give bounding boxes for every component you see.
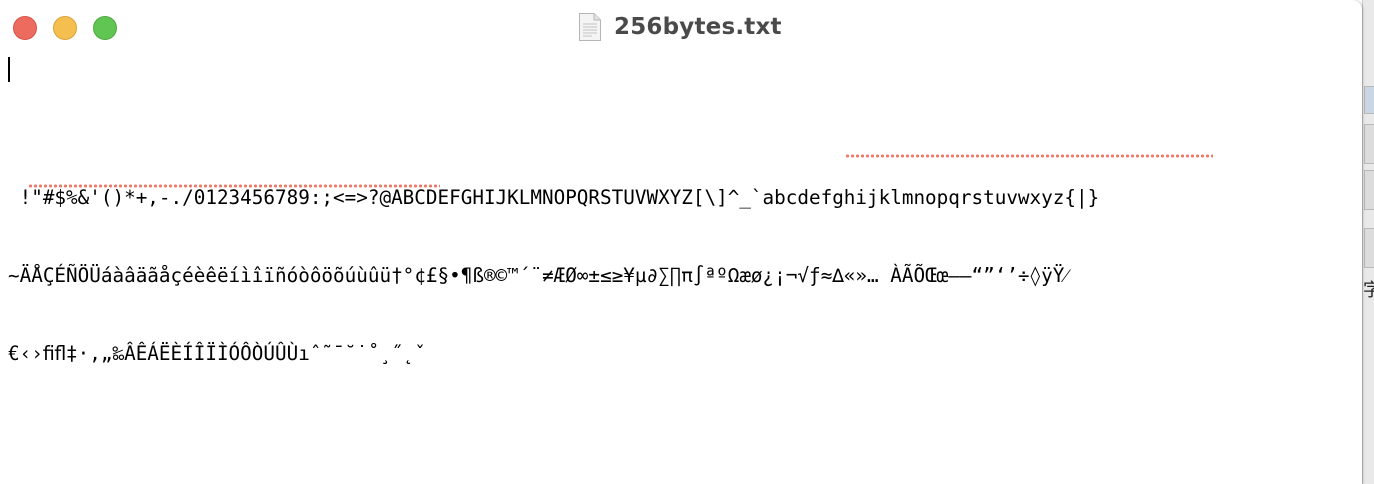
document-text[interactable]: !"#$%&'()*+,-./0123456789:;<=>?@ABCDEFGH… [8, 133, 1099, 419]
background-window-tab[interactable] [1364, 124, 1374, 164]
text-caret [8, 57, 10, 82]
background-window-glyph: 字 [1363, 280, 1374, 301]
textedit-window: 256bytes.txt !"#$%&'()*+,-./0123456789:;… [0, 0, 1362, 484]
window-title: 256bytes.txt [614, 14, 782, 40]
text-line[interactable]: €‹›ﬁﬂ‡·‚„‰ÂÊÁËÈÍÎÏÌÓÔÒÚÛÙıˆ˜¯˘˙˚¸˝˛ˇ [8, 341, 1099, 367]
close-button[interactable] [13, 16, 37, 40]
window-title-area[interactable]: 256bytes.txt [578, 10, 782, 44]
spellcheck-underline [28, 184, 440, 188]
screen: 字 256bytes.txt !"#$%&'()*+,-./0123456789… [0, 0, 1374, 484]
spellcheck-underline [845, 154, 1213, 158]
background-window-tab[interactable] [1364, 86, 1374, 114]
zoom-button[interactable] [93, 16, 117, 40]
text-document-icon[interactable] [578, 12, 602, 42]
minimize-button[interactable] [53, 16, 77, 40]
title-bar[interactable]: 256bytes.txt [0, 0, 1362, 54]
text-line[interactable]: ~ÄÅÇÉÑÖÜáàâäãåçéèêëíìîïñóòôöõúùûü†°¢£§•¶… [8, 263, 1099, 289]
text-line[interactable]: !"#$%&'()*+,-./0123456789:;<=>?@ABCDEFGH… [8, 185, 1100, 211]
text-editor-area[interactable]: !"#$%&'()*+,-./0123456789:;<=>?@ABCDEFGH… [0, 54, 1362, 484]
background-window-tab[interactable] [1364, 228, 1374, 268]
background-window-tab[interactable] [1364, 170, 1374, 210]
